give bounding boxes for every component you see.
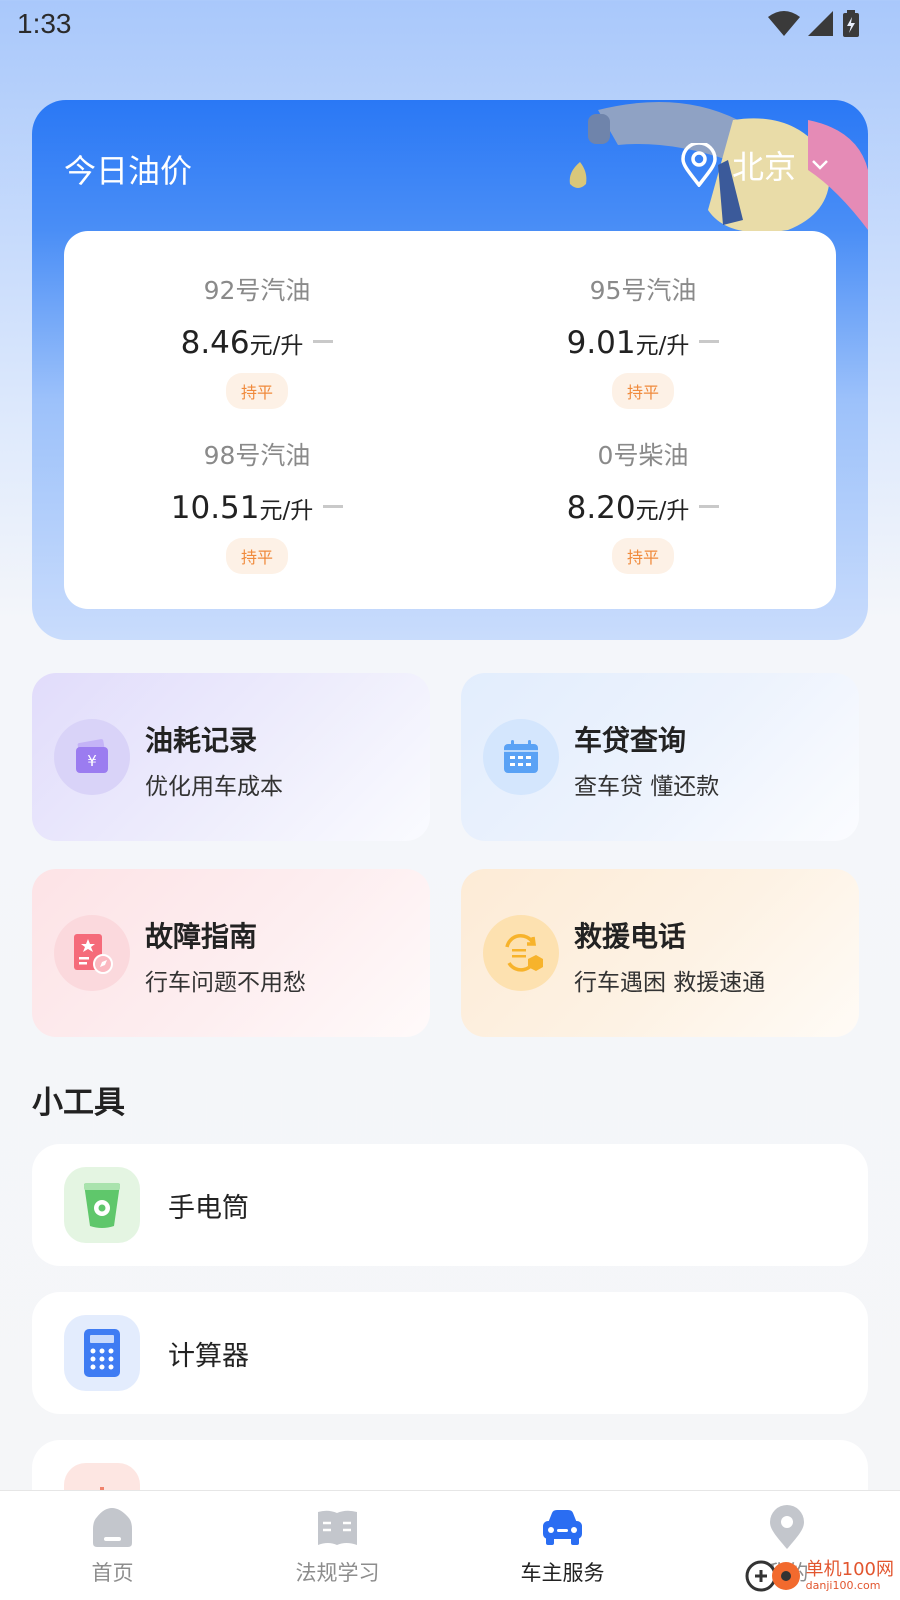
flashlight-icon: [84, 1183, 120, 1228]
guide-icon: [74, 934, 113, 974]
no-change-dash: [313, 340, 334, 343]
signal-icon: [808, 11, 833, 36]
fuel-price: 8.46: [180, 325, 250, 361]
fuel-name: 98号汽油: [203, 441, 311, 470]
fuel-unit: 元/升: [249, 333, 304, 359]
service-title: 车贷查询: [574, 724, 687, 757]
rescue-icon: [505, 934, 543, 972]
fuel-consumption-card[interactable]: ¥ 油耗记录 优化用车成本: [32, 673, 430, 841]
book-icon: [318, 1510, 357, 1545]
car-icon: [543, 1510, 582, 1545]
fuel-item: 0号柴油 8.20 元/升 持平: [450, 436, 836, 574]
nav-laws[interactable]: 法规学习: [225, 1491, 450, 1600]
fuel-name: 0号柴油: [597, 441, 689, 470]
fuel-name: 92号汽油: [203, 276, 311, 305]
fuel-price: 10.51: [170, 490, 260, 526]
watermark-text: 单机100网: [805, 1558, 894, 1580]
service-title: 油耗记录: [145, 724, 258, 757]
wifi-icon: [768, 11, 800, 36]
fuel-price: 8.20: [566, 490, 636, 526]
fuel-item: 98号汽油 10.51 元/升 持平: [64, 436, 450, 574]
fuel-unit: 元/升: [635, 498, 690, 524]
fault-guide-card[interactable]: 故障指南 行车问题不用愁: [32, 869, 430, 1037]
home-icon: [93, 1508, 132, 1547]
fuel-price: 9.01: [566, 325, 636, 361]
tool-label: 计算器: [168, 1341, 249, 1372]
watermark-url: danji100.com: [805, 1578, 881, 1592]
battery-icon: [843, 10, 859, 37]
service-subtitle: 查车贷 懂还款: [574, 774, 720, 800]
watermark-logo-icon: [745, 1560, 800, 1592]
calculator-icon: [84, 1329, 120, 1377]
profile-icon: [770, 1505, 804, 1549]
nav-owner-service[interactable]: 车主服务: [450, 1491, 675, 1600]
city-name: 北京: [731, 148, 796, 186]
oil-price-title: 今日油价: [64, 152, 193, 190]
no-change-dash: [699, 340, 720, 343]
trend-badge: 持平: [225, 373, 288, 409]
fuel-unit: 元/升: [259, 498, 314, 524]
svg-text:¥: ¥: [87, 752, 97, 770]
no-change-dash: [323, 505, 344, 508]
flashlight-tool[interactable]: 手电筒: [32, 1144, 868, 1266]
nav-home[interactable]: 首页: [0, 1491, 225, 1600]
oil-price-card: 今日油价 北京 92号汽油 8.46 元/升 持平 95号汽油 9.01 元/升…: [32, 100, 868, 640]
city-selector[interactable]: 北京: [680, 142, 830, 188]
no-change-dash: [699, 505, 720, 508]
chevron-down-icon: [812, 160, 828, 170]
service-subtitle: 优化用车成本: [145, 774, 283, 800]
service-subtitle: 行车问题不用愁: [145, 970, 306, 996]
oil-price-panel: 92号汽油 8.46 元/升 持平 95号汽油 9.01 元/升 持平 98号汽…: [64, 231, 836, 609]
trend-badge: 持平: [611, 538, 674, 574]
service-subtitle: 行车遇困 救援速通: [574, 970, 766, 996]
status-bar: 1:33: [0, 0, 900, 50]
watermark: 单机100网 danji100.com: [744, 1559, 894, 1593]
calculator-tool[interactable]: 计算器: [32, 1292, 868, 1414]
nav-label: 首页: [91, 1561, 134, 1585]
nav-label: 法规学习: [295, 1561, 380, 1585]
trend-badge: 持平: [611, 373, 674, 409]
nav-label: 车主服务: [520, 1561, 605, 1585]
calendar-icon: [504, 740, 538, 773]
fuel-item: 92号汽油 8.46 元/升 持平: [64, 271, 450, 409]
service-title: 救援电话: [574, 920, 687, 953]
fuel-item: 95号汽油 9.01 元/升 持平: [450, 271, 836, 409]
tool-label: 手电筒: [168, 1193, 249, 1224]
car-loan-card[interactable]: 车贷查询 查车贷 懂还款: [461, 673, 859, 841]
trend-badge: 持平: [225, 538, 288, 574]
tools-section-title: 小工具: [32, 1085, 125, 1121]
location-pin-icon: [681, 143, 717, 187]
fuel-unit: 元/升: [635, 333, 690, 359]
service-title: 故障指南: [145, 920, 258, 953]
fuel-name: 95号汽油: [589, 276, 697, 305]
wallet-icon: ¥: [76, 739, 108, 773]
rescue-phone-card[interactable]: 救援电话 行车遇困 救援速通: [461, 869, 859, 1037]
status-time: 1:33: [17, 8, 72, 39]
